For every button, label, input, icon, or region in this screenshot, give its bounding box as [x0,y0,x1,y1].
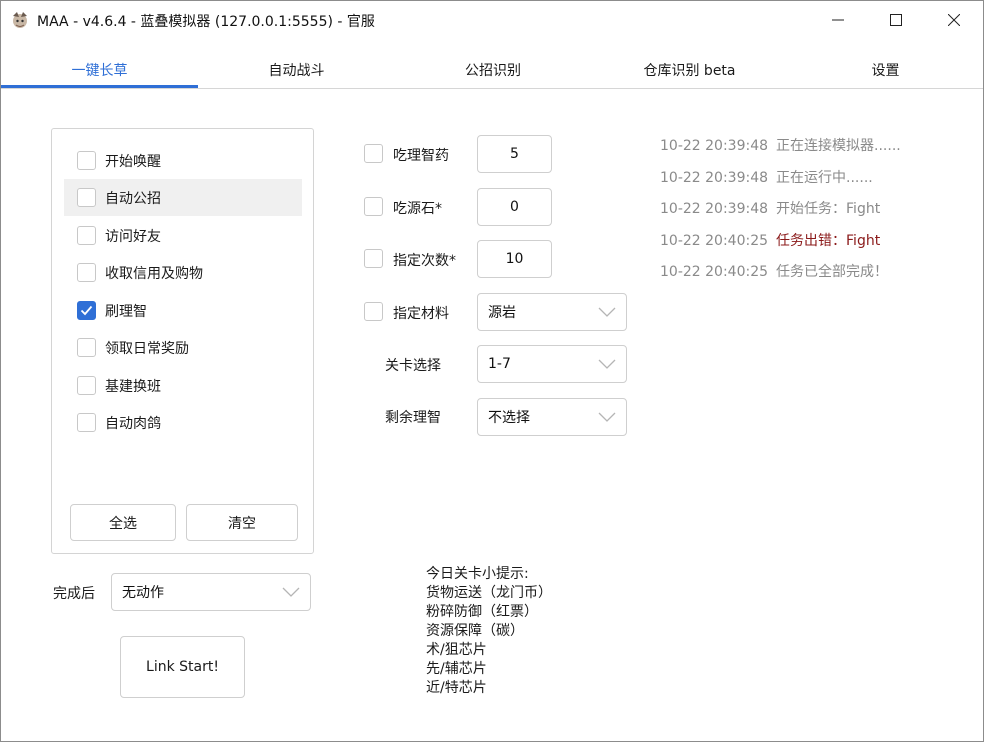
task-item-mall[interactable]: 收取信用及购物 [64,254,302,291]
link-start-button[interactable]: Link Start! [120,636,245,698]
task-label: 基建换班 [105,378,161,395]
log-message: 任务已全部完成！ [776,264,889,280]
clear-button[interactable]: 清空 [186,504,298,541]
times-label: 指定次数* [393,253,456,269]
maximize-icon [890,14,902,26]
stone-input[interactable]: 0 [477,188,552,226]
task-label: 访问好友 [105,228,161,245]
log-message: 开始任务：Fight [776,201,881,217]
tab-recruit[interactable]: 公招识别 [395,51,591,89]
stage-label: 关卡选择 [385,358,441,374]
material-label: 指定材料 [393,306,449,322]
chevron-down-icon [598,359,616,369]
times-checkbox[interactable] [364,249,383,268]
task-checkbox[interactable] [77,151,96,170]
tab-farming[interactable]: 一键长草 [1,51,198,89]
task-label: 开始唤醒 [105,153,161,170]
log-time: 10-22 20:40:25 [660,264,769,280]
tips-line: 术/狙芯片 [426,642,487,658]
medicine-label: 吃理智药 [393,148,449,164]
log-time: 10-22 20:39:48 [660,138,769,154]
task-label: 自动公招 [105,190,161,207]
task-list-panel: 开始唤醒 自动公招 访问好友 收取信用及购物 刷理智 领取日常奖励 基建换班 自… [51,128,314,554]
tips-line: 资源保障（碳） [426,623,524,639]
checkmark-icon [80,305,93,316]
remaining-select[interactable]: 不选择 [477,398,627,436]
task-item-wakeup[interactable]: 开始唤醒 [64,142,302,179]
task-item-friends[interactable]: 访问好友 [64,217,302,254]
stone-checkbox[interactable] [364,197,383,216]
log-entry: 10-22 20:40:25 任务已全部完成！ [660,261,888,281]
task-checkbox[interactable] [77,413,96,432]
after-complete-value: 无动作 [122,585,164,601]
tab-bar: 一键长草 自动战斗 公招识别 仓库识别 beta 设置 [1,51,983,89]
task-item-roguelike[interactable]: 自动肉鸽 [64,404,302,441]
window-title: MAA - v4.6.4 - 蓝叠模拟器 (127.0.0.1:5555) - … [37,14,375,30]
minimize-icon [832,19,844,21]
log-entry-error: 10-22 20:40:25 任务出错：Fight [660,230,880,250]
task-label: 自动肉鸽 [105,415,161,432]
log-message: 正在运行中...... [776,170,873,186]
task-label: 刷理智 [105,303,147,320]
tips-line: 近/特芯片 [426,680,487,696]
task-checkbox[interactable] [77,226,96,245]
tab-settings[interactable]: 设置 [788,51,983,89]
close-button[interactable] [925,1,983,39]
maximize-button[interactable] [867,1,925,39]
tips-title: 今日关卡小提示: [426,566,529,582]
task-item-award[interactable]: 领取日常奖励 [64,329,302,366]
task-checkbox[interactable] [77,338,96,357]
material-value: 源岩 [488,305,516,321]
chevron-down-icon [598,307,616,317]
times-input[interactable]: 10 [477,240,552,278]
log-entry: 10-22 20:39:48 正在连接模拟器...... [660,135,901,155]
log-entry: 10-22 20:39:48 正在运行中...... [660,167,873,187]
stage-value: 1-7 [488,356,511,372]
tips-line: 先/辅芯片 [426,661,487,677]
medicine-input[interactable]: 5 [477,135,552,173]
minimize-button[interactable] [809,1,867,39]
log-entry: 10-22 20:39:48 开始任务：Fight [660,198,880,218]
chevron-down-icon [598,412,616,422]
close-icon [948,14,960,26]
stage-select[interactable]: 1-7 [477,345,627,383]
task-checkbox[interactable] [77,301,96,320]
remaining-label: 剩余理智 [385,410,441,426]
tips-line: 粉碎防御（红票） [426,604,538,620]
task-item-infrast[interactable]: 基建换班 [64,367,302,404]
task-item-fight[interactable]: 刷理智 [64,292,302,329]
log-time: 10-22 20:39:48 [660,201,769,217]
log-message: 正在连接模拟器...... [776,138,901,154]
material-checkbox[interactable] [364,302,383,321]
task-checkbox[interactable] [77,263,96,282]
tab-auto-battle[interactable]: 自动战斗 [198,51,395,89]
log-time: 10-22 20:39:48 [660,170,769,186]
task-checkbox[interactable] [77,376,96,395]
task-label: 收取信用及购物 [105,265,203,282]
task-label: 领取日常奖励 [105,340,189,357]
remaining-value: 不选择 [488,410,530,426]
after-complete-select[interactable]: 无动作 [111,573,311,611]
app-logo-icon [13,12,27,28]
task-item-recruit[interactable]: 自动公招 [64,179,302,216]
log-time: 10-22 20:40:25 [660,233,769,249]
title-bar[interactable]: MAA - v4.6.4 - 蓝叠模拟器 (127.0.0.1:5555) - … [1,1,983,39]
after-complete-label: 完成后 [53,586,95,602]
tab-depot[interactable]: 仓库识别 beta [591,51,788,89]
stone-label: 吃源石* [393,201,442,217]
chevron-down-icon [282,587,300,597]
material-select[interactable]: 源岩 [477,293,627,331]
stage-tips: 今日关卡小提示: 货物运送（龙门币） 粉碎防御（红票） 资源保障（碳） 术/狙芯… [426,565,552,698]
medicine-checkbox[interactable] [364,144,383,163]
active-tab-indicator [1,85,198,88]
log-message: 任务出错：Fight [776,233,881,249]
app-window: MAA - v4.6.4 - 蓝叠模拟器 (127.0.0.1:5555) - … [0,0,984,742]
tips-line: 货物运送（龙门币） [426,585,552,601]
select-all-button[interactable]: 全选 [70,504,176,541]
task-checkbox[interactable] [77,188,96,207]
